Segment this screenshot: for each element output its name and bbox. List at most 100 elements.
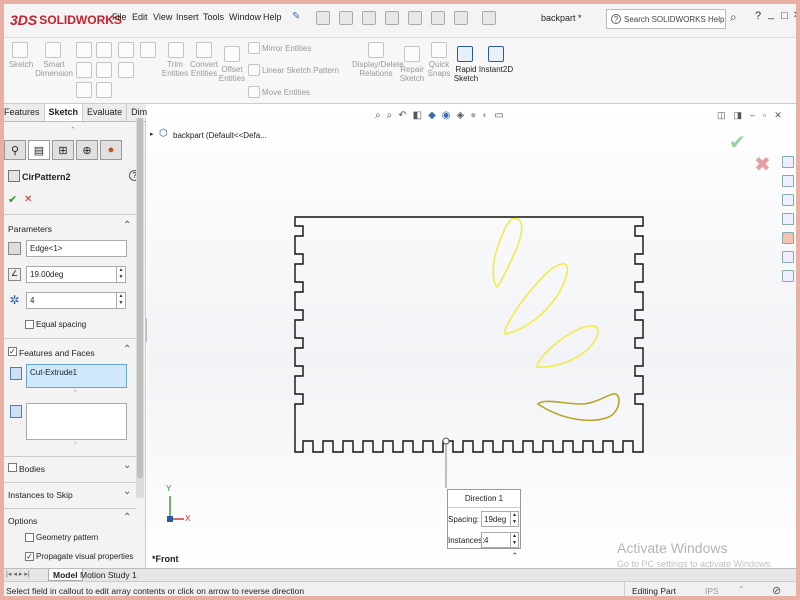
units-dropdown-icon[interactable]: ⌃	[738, 585, 745, 594]
instances-spinner[interactable]: ▲ ▼	[116, 293, 125, 308]
config-manager-tab-icon[interactable]: ⊞	[52, 140, 74, 160]
rebuild-status-icon[interactable]: ⊘	[772, 584, 781, 597]
expand-chevron-icon[interactable]: ⌄	[123, 486, 131, 497]
text-icon[interactable]	[140, 42, 156, 58]
pattern-center-point[interactable]	[442, 437, 450, 445]
spline-icon[interactable]	[118, 42, 134, 58]
help-search[interactable]: ? Search SOLIDWORKS Help	[606, 9, 726, 29]
pattern-axis-field[interactable]: Edge<1>	[26, 240, 127, 257]
display-manager-tab-icon[interactable]: ●	[100, 140, 122, 160]
propagate-checkbox[interactable]: ✓	[25, 552, 34, 561]
menu-window[interactable]: Window	[229, 12, 261, 22]
smart-dimension-icon[interactable]	[45, 42, 61, 58]
mirror-entities-label[interactable]: Mirror Entities	[262, 44, 311, 53]
callout-spacing-spinner[interactable]: ▲ ▼	[510, 512, 518, 526]
menu-view[interactable]: View	[153, 12, 172, 22]
tab-model[interactable]: Model	[48, 569, 83, 581]
select-icon[interactable]	[431, 11, 445, 25]
new-doc-icon[interactable]	[316, 11, 330, 25]
last-tab-icon[interactable]: ▸|	[24, 570, 29, 578]
line-icon[interactable]	[76, 42, 92, 58]
first-tab-icon[interactable]: |◂	[6, 570, 11, 578]
instances-to-skip-header[interactable]: Instances to Skip	[8, 490, 73, 500]
minimize-icon[interactable]: _	[768, 8, 774, 20]
callout-spacing-input[interactable]: 19deg ▲ ▼	[481, 511, 519, 527]
close-icon[interactable]: ✕	[793, 10, 800, 21]
open-icon[interactable]	[339, 11, 353, 25]
linear-pattern-label[interactable]: Linear Sketch Pattern	[262, 66, 339, 75]
features-faces-checkbox[interactable]: ✓	[8, 347, 17, 356]
linear-pattern-icon[interactable]	[248, 64, 260, 76]
expand-chevron-icon[interactable]: ⌄	[123, 460, 131, 471]
bodies-header[interactable]: Bodies	[19, 464, 45, 474]
angle-input[interactable]: 19.00deg ▲ ▼	[26, 266, 126, 283]
rapid-sketch-icon[interactable]	[457, 46, 473, 62]
circle-icon[interactable]	[118, 62, 134, 78]
solidworks-logo[interactable]: 3DS SOLIDWORKS	[10, 9, 122, 31]
menu-file[interactable]: File	[112, 12, 127, 22]
panel-scrollbar[interactable]	[136, 118, 144, 498]
bodies-checkbox[interactable]	[8, 463, 17, 472]
units-selector[interactable]: IPS	[705, 586, 719, 596]
collapse-handle-icon[interactable]: ⌃	[70, 126, 76, 134]
tab-motion-study[interactable]: Motion Study 1	[80, 570, 137, 580]
property-manager-tab-icon[interactable]: ▤	[28, 140, 50, 160]
collapse-chevron-icon[interactable]: ⌃	[123, 344, 131, 355]
repair-sketch-icon[interactable]	[404, 46, 420, 62]
relations-icon[interactable]	[368, 42, 384, 58]
scrollbar-thumb[interactable]	[137, 118, 143, 478]
faces-to-pattern-list[interactable]	[26, 403, 127, 440]
point-icon[interactable]	[96, 82, 112, 98]
undo-icon[interactable]	[408, 11, 422, 25]
polygon-icon[interactable]	[76, 82, 92, 98]
save-icon[interactable]	[362, 11, 376, 25]
move-entities-icon[interactable]	[248, 86, 260, 98]
options-header[interactable]: Options	[8, 516, 37, 526]
instant2d-icon[interactable]	[488, 46, 504, 62]
collapse-chevron-icon[interactable]: ⌃	[123, 220, 131, 231]
equal-spacing-checkbox[interactable]	[25, 320, 34, 329]
callout-instances-spinner[interactable]: ▲ ▼	[510, 533, 518, 547]
tab-evaluate[interactable]: Evaluate	[83, 104, 128, 121]
maximize-icon[interactable]: □	[781, 10, 788, 22]
tab-sketch[interactable]: Sketch	[44, 104, 84, 121]
trim-entities-icon[interactable]	[168, 42, 184, 58]
arc-icon[interactable]	[96, 42, 112, 58]
search-icon[interactable]: ⌕	[730, 10, 737, 25]
print-icon[interactable]	[385, 11, 399, 25]
pattern-callout[interactable]: Direction 1 Spacing: 19deg ▲ ▼ Instances:…	[447, 489, 521, 549]
resize-handle-icon[interactable]: ◦	[74, 440, 76, 447]
parameters-header[interactable]: Parameters	[8, 224, 52, 234]
sketch-tool-icon[interactable]	[12, 42, 28, 58]
prev-tab-icon[interactable]: ◂	[13, 570, 17, 578]
geometry-pattern-checkbox[interactable]	[25, 533, 34, 542]
offset-entities-icon[interactable]	[224, 46, 240, 62]
move-entities-label[interactable]: Move Entities	[262, 88, 310, 97]
menu-tools[interactable]: Tools	[203, 12, 224, 22]
dimxpert-tab-icon[interactable]: ⊕	[76, 140, 98, 160]
tab-features[interactable]: Features	[0, 104, 45, 121]
features-faces-header[interactable]: Features and Faces	[19, 348, 95, 358]
options-gear-icon[interactable]	[482, 11, 496, 25]
convert-entities-icon[interactable]	[196, 42, 212, 58]
quick-snaps-icon[interactable]	[431, 42, 447, 58]
callout-instances-input[interactable]: 4 ▲ ▼	[481, 532, 519, 548]
menu-help[interactable]: Help	[263, 12, 282, 22]
angle-spinner[interactable]: ▲ ▼	[116, 267, 125, 282]
next-tab-icon[interactable]: ▸	[19, 570, 23, 578]
cancel-button[interactable]: ✕	[24, 194, 32, 205]
features-to-pattern-list[interactable]: Cut-Extrude1	[26, 364, 127, 388]
callout-collapse-icon[interactable]: ⌃	[511, 551, 519, 562]
ok-button[interactable]: ✔	[8, 193, 17, 206]
mirror-entities-icon[interactable]	[248, 42, 260, 54]
resize-handle-icon[interactable]: ◦	[74, 388, 76, 395]
menu-edit[interactable]: Edit	[132, 12, 148, 22]
pin-icon[interactable]: ✎	[292, 11, 300, 22]
collapse-chevron-icon[interactable]: ⌃	[123, 512, 131, 523]
selected-cut-extrude[interactable]	[536, 393, 620, 422]
instances-input[interactable]: 4 ▲ ▼	[26, 292, 126, 309]
rectangle-icon[interactable]	[76, 62, 92, 78]
feature-tree-tab-icon[interactable]: ⚲	[4, 140, 26, 160]
rebuild-icon[interactable]	[454, 11, 468, 25]
slot-icon[interactable]	[96, 62, 112, 78]
